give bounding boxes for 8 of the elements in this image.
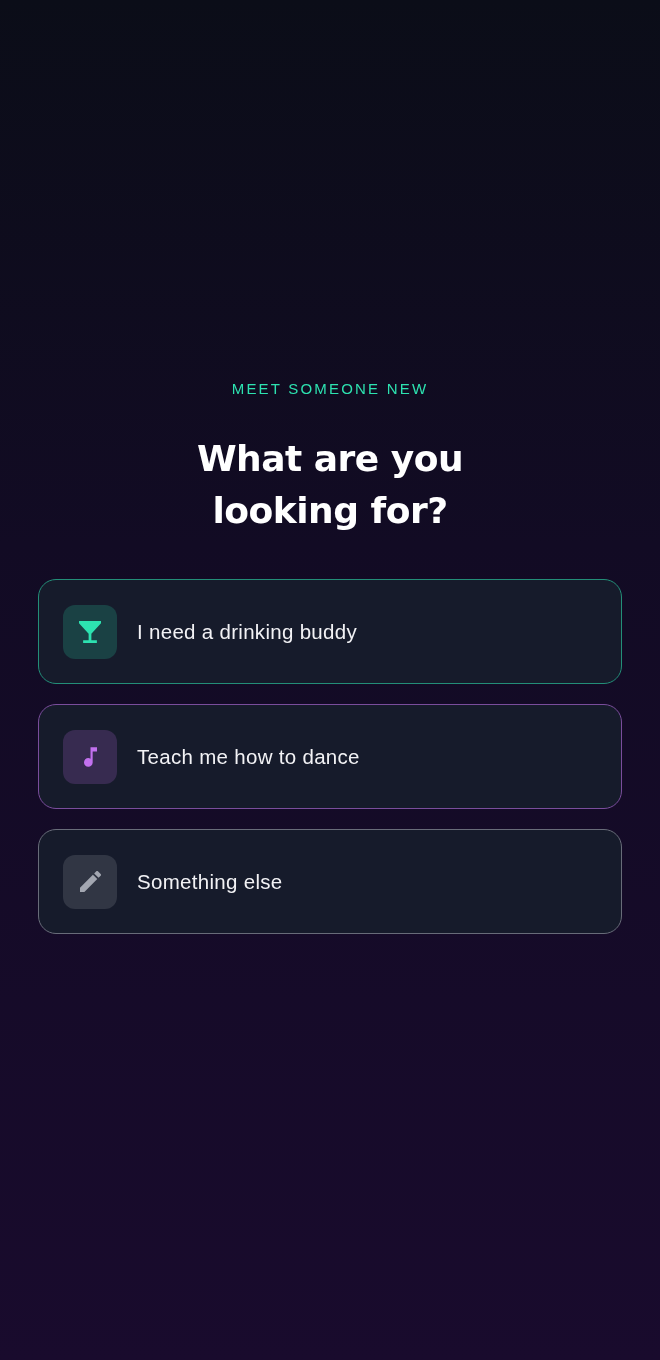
option-button[interactable]: Something else [38,829,622,934]
eyebrow-label: MEET SOMEONE NEW [231,379,429,399]
option-button[interactable]: I need a drinking buddy [38,579,622,684]
martini-glass-icon [63,604,117,659]
page-heading: What are you looking for? [195,437,465,533]
option-button[interactable]: Teach me how to dance [38,704,622,809]
pencil-icon [63,854,117,909]
music-note-icon [63,729,117,784]
